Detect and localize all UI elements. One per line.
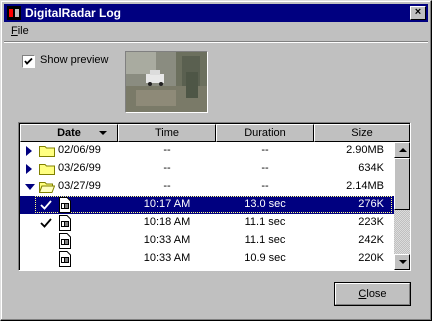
list-item-recording[interactable]: 10:33 AM 10.9 sec 220K (20, 250, 394, 268)
checkmark-icon[interactable] (40, 199, 52, 211)
up-arrow-icon (399, 148, 407, 152)
video-file-icon (59, 215, 71, 231)
list-rows: 02/06/99 -- -- 2.90MB 03/26/99 -- -- 634… (20, 142, 394, 270)
scroll-thumb[interactable] (394, 158, 410, 210)
digitalradar-app-icon (7, 6, 21, 20)
column-header-time[interactable]: Time (118, 124, 216, 142)
list-item-folder[interactable]: 03/26/99 -- -- 634K (20, 160, 394, 178)
scroll-down-button[interactable] (394, 254, 410, 270)
list-item-folder[interactable]: 02/06/99 -- -- 2.90MB (20, 142, 394, 160)
vertical-scrollbar[interactable] (394, 142, 410, 270)
folder-icon (39, 164, 55, 175)
list-item-recording[interactable]: 10:17 AM 13.0 sec 276K (20, 196, 394, 214)
list-item-folder[interactable]: 03/27/99 -- -- 2.14MB (20, 178, 394, 196)
folder-icon (39, 146, 55, 157)
expand-arrow-icon[interactable] (26, 164, 32, 174)
video-file-icon (59, 233, 71, 249)
title-bar[interactable]: DigitalRadar Log × (4, 4, 428, 22)
collapse-arrow-icon[interactable] (25, 184, 35, 190)
expand-arrow-icon[interactable] (26, 146, 32, 156)
close-button[interactable]: Close (334, 282, 411, 306)
down-arrow-icon (399, 260, 407, 264)
checkmark-icon[interactable] (40, 217, 52, 229)
video-file-icon (59, 197, 71, 213)
open-folder-icon (39, 182, 55, 193)
menu-separator (4, 41, 428, 43)
preview-image (125, 51, 208, 113)
column-header-size[interactable]: Size (314, 124, 410, 142)
list-item-recording[interactable]: 10:18 AM 11.1 sec 223K (20, 214, 394, 232)
column-header-duration[interactable]: Duration (216, 124, 314, 142)
menu-bar: File (4, 23, 428, 40)
video-file-icon (59, 251, 71, 267)
log-list[interactable]: Date Time Duration Size 02/06/99 -- -- 2… (18, 122, 411, 271)
title-close-button[interactable]: × (410, 6, 426, 20)
column-header-date[interactable]: Date (20, 124, 118, 142)
sort-descending-icon (99, 131, 107, 135)
window-title: DigitalRadar Log (25, 6, 122, 20)
dialog-window: DigitalRadar Log × File Show preview Dat… (0, 0, 432, 321)
show-preview-checkbox[interactable] (22, 55, 35, 68)
checkmark-icon (24, 57, 33, 65)
list-header: Date Time Duration Size (20, 124, 410, 142)
show-preview-label[interactable]: Show preview (40, 54, 108, 66)
menu-file[interactable]: File (11, 25, 29, 37)
scroll-up-button[interactable] (394, 142, 410, 158)
list-item-recording[interactable]: 10:33 AM 11.1 sec 242K (20, 232, 394, 250)
